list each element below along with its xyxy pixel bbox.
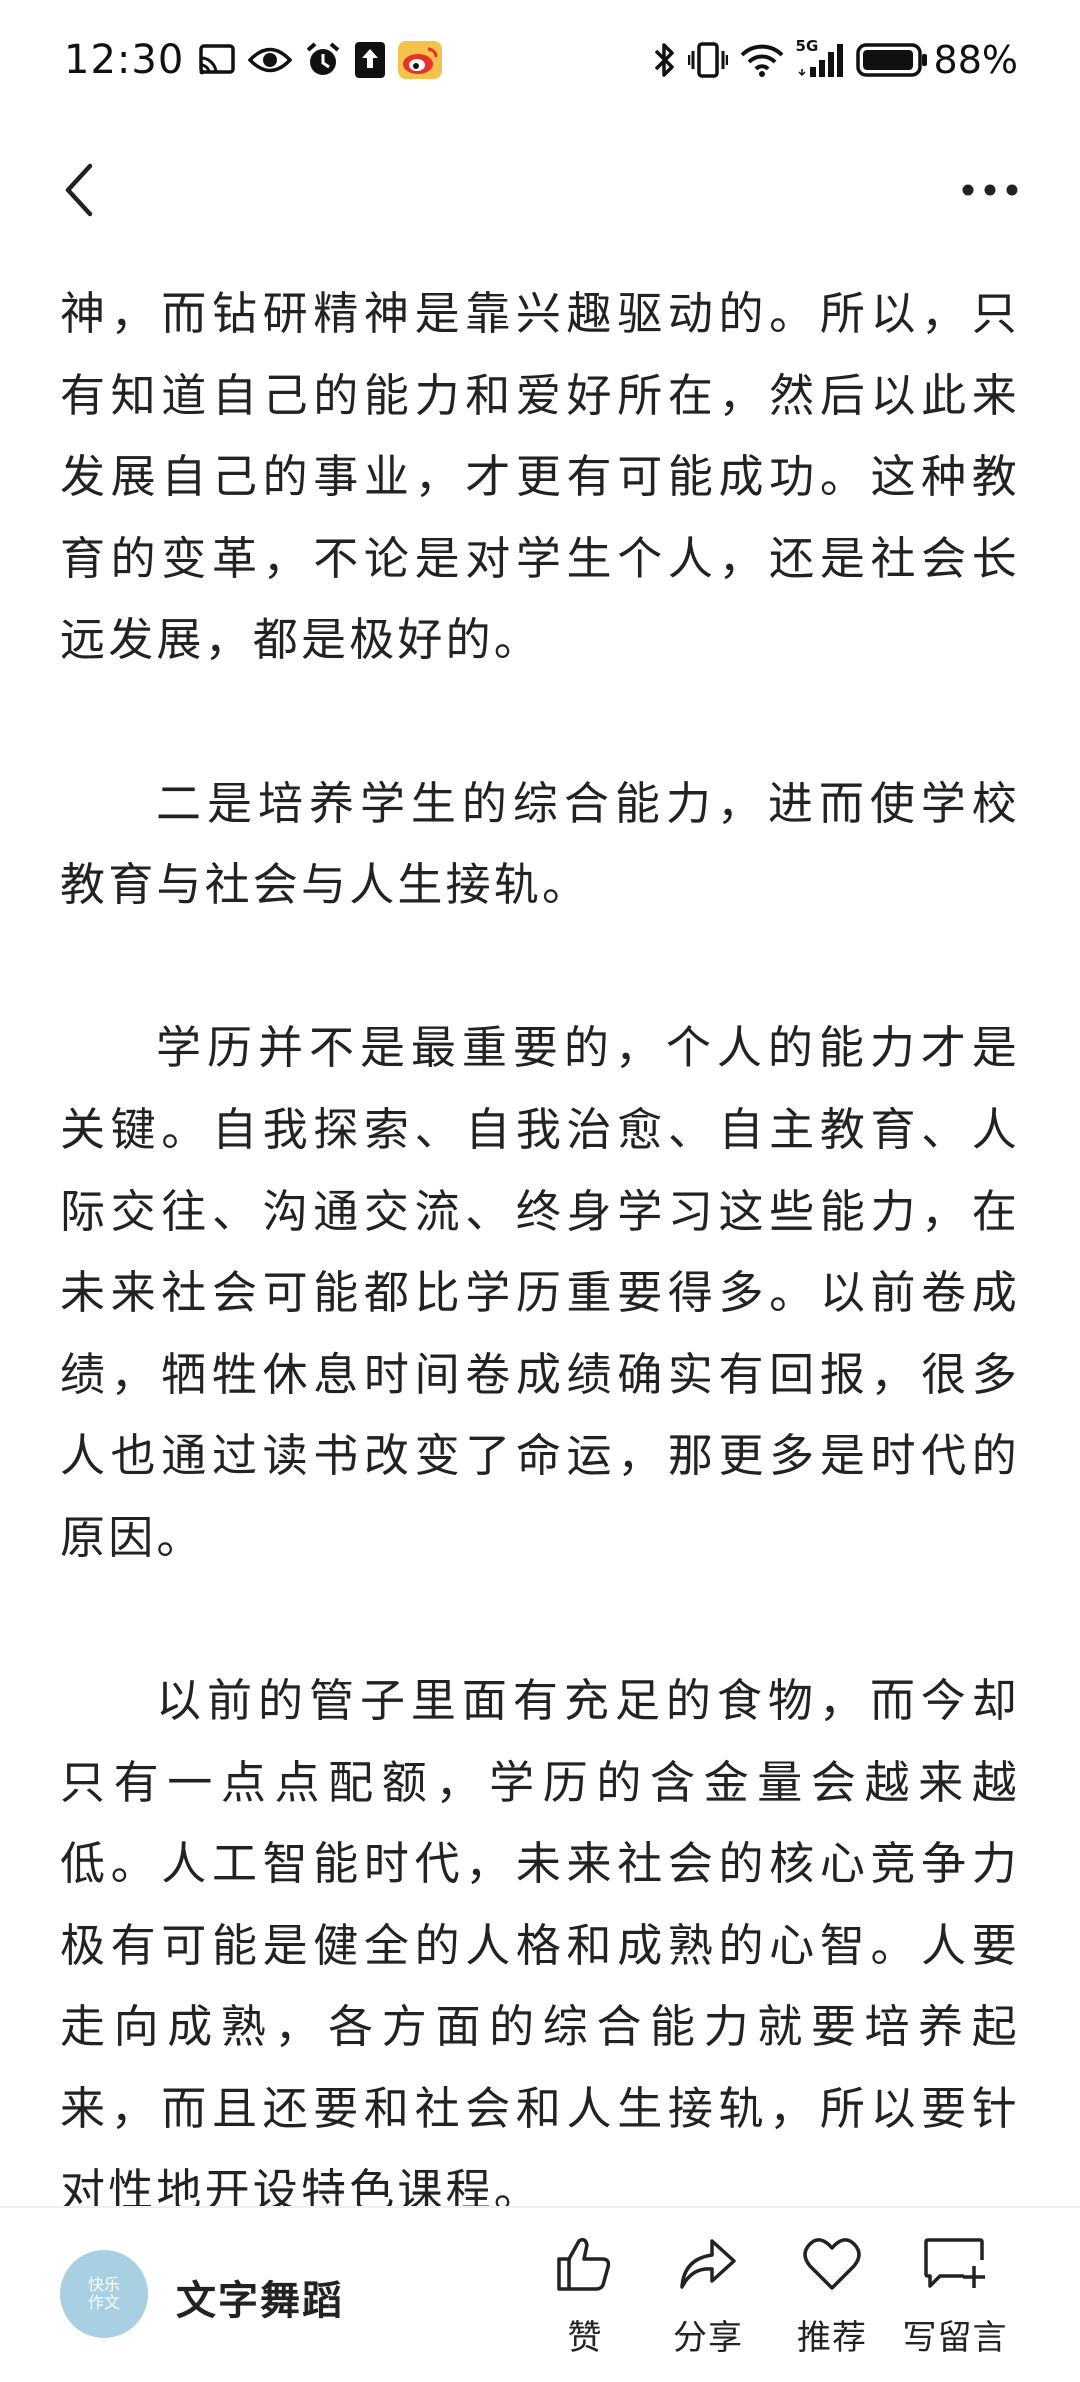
author-name[interactable]: 文字舞蹈 <box>176 2268 344 2326</box>
thumbs-up-icon <box>553 2232 617 2296</box>
bluetooth-icon <box>652 41 676 79</box>
more-button[interactable] <box>950 160 1030 220</box>
eye-icon <box>248 45 293 75</box>
nav-bar <box>0 140 1080 240</box>
share-label: 分享 <box>673 2318 743 2358</box>
status-right: 5G 88% <box>652 37 1018 82</box>
battery-level: 88% <box>933 38 1018 82</box>
back-button[interactable] <box>50 160 110 220</box>
bottom-toolbar: 快乐作文 文字舞蹈 赞 分享 推荐 写留言 <box>0 2208 1080 2382</box>
wifi-icon <box>740 43 784 77</box>
comment-label: 写留言 <box>902 2318 1008 2358</box>
heart-icon <box>800 2232 864 2296</box>
like-button[interactable]: 赞 <box>520 2232 650 2362</box>
chevron-left-icon <box>65 163 93 217</box>
avatar-text: 快乐作文 <box>87 2275 120 2312</box>
recommend-button[interactable]: 推荐 <box>767 2232 897 2362</box>
share-button[interactable]: 分享 <box>643 2232 773 2362</box>
alarm-clock-icon <box>304 41 342 79</box>
weibo-icon <box>398 41 443 79</box>
article-paragraph: 学历并不是最重要的，个人的能力才是关键。自我探索、自我治愈、自主教育、人际交往、… <box>60 1021 1020 1564</box>
comment-button[interactable]: 写留言 <box>890 2232 1020 2362</box>
status-time: 12:30 <box>64 37 185 83</box>
cast-icon <box>198 43 236 77</box>
recommend-label: 推荐 <box>797 2318 867 2358</box>
status-bar: 12:30 5G 88% <box>0 0 1080 120</box>
article-paragraph: 二是培养学生的综合能力，进而使学校教育与社会与人生接轨。 <box>60 776 1020 912</box>
article-paragraph: 神，而钻研精神是靠兴趣驱动的。所以，只有知道自己的能力和爱好所在，然后以此来发展… <box>60 287 1020 667</box>
battery-icon <box>855 42 928 78</box>
signal-5g-icon: 5G <box>796 37 844 79</box>
status-left: 12:30 <box>64 37 454 83</box>
more-horizontal-icon <box>962 184 1018 196</box>
like-label: 赞 <box>567 2318 603 2358</box>
article-paragraph: 以前的管子里面有充足的食物，而今却只有一点点配额，学历的含金量会越来越低。人工智… <box>60 1674 1020 2217</box>
article-body: 神，而钻研精神是靠兴趣驱动的。所以，只有知道自己的能力和爱好所在，然后以此来发展… <box>60 273 1020 2313</box>
author-avatar[interactable]: 快乐作文 <box>60 2250 148 2338</box>
comment-add-icon <box>923 2232 987 2296</box>
vibrate-icon <box>687 41 728 79</box>
network-type-label: 5G <box>795 37 819 55</box>
upload-icon <box>354 41 386 79</box>
share-arrow-icon <box>676 2232 740 2296</box>
